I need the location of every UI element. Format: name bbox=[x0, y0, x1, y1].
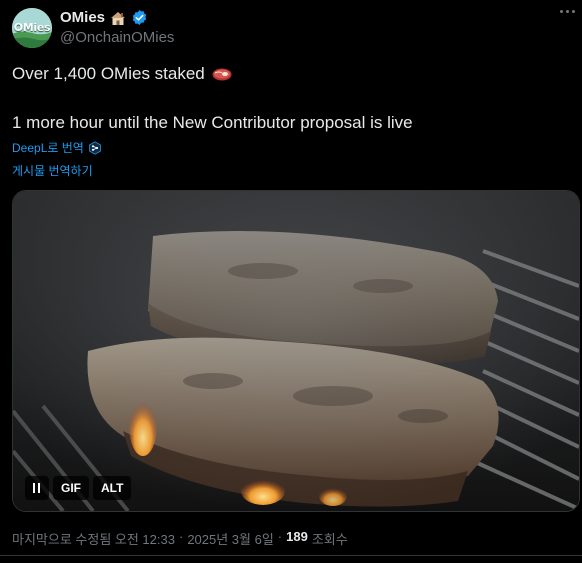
deepl-icon bbox=[88, 140, 102, 155]
name-row: OMies bbox=[60, 9, 148, 26]
media-video[interactable]: GIF ALT bbox=[12, 190, 580, 512]
views-count: 189 bbox=[286, 529, 308, 544]
steak-grill-image bbox=[13, 191, 579, 511]
avatar-text: OMies bbox=[13, 21, 51, 34]
views-label: 조회수 bbox=[311, 532, 348, 547]
display-name[interactable]: OMies bbox=[60, 9, 105, 26]
pause-icon bbox=[33, 483, 41, 493]
edited-time[interactable]: 마지막으로 수정됨 오전 12:33 bbox=[12, 529, 175, 548]
house-emoji-icon bbox=[109, 10, 127, 26]
more-options-icon[interactable] bbox=[560, 10, 575, 13]
tweet-text-line-2: 1 more hour until the New Contributor pr… bbox=[12, 113, 413, 132]
steak-emoji-icon bbox=[211, 66, 233, 82]
separator-dot: · bbox=[178, 529, 184, 544]
gif-badge: GIF bbox=[53, 476, 89, 500]
verified-badge-icon[interactable] bbox=[131, 9, 148, 26]
media-controls: GIF ALT bbox=[25, 476, 132, 500]
alt-button[interactable]: ALT bbox=[93, 476, 132, 500]
avatar[interactable]: OMies bbox=[12, 8, 52, 48]
divider bbox=[0, 555, 582, 556]
separator-dot: · bbox=[277, 529, 283, 544]
translate-link[interactable]: DeepL로 번역 bbox=[12, 139, 84, 156]
handle[interactable]: @OnchainOMies bbox=[60, 29, 174, 46]
tweet-text-line-1: Over 1,400 OMies staked bbox=[12, 64, 233, 84]
post-date[interactable]: 2025년 3월 6일 bbox=[187, 529, 273, 548]
tweet-card: OMies OMies @OnchainOMies Over 1,400 OMi… bbox=[0, 0, 582, 563]
translate-post-link[interactable]: 게시물 번역하기 bbox=[12, 162, 93, 179]
pause-button[interactable] bbox=[25, 476, 49, 500]
translate-row[interactable]: DeepL로 번역 bbox=[12, 139, 102, 156]
tweet-line-1-text: Over 1,400 OMies staked bbox=[12, 64, 205, 83]
tweet-meta: 마지막으로 수정됨 오전 12:33 · 2025년 3월 6일 · 189 조… bbox=[12, 529, 348, 548]
